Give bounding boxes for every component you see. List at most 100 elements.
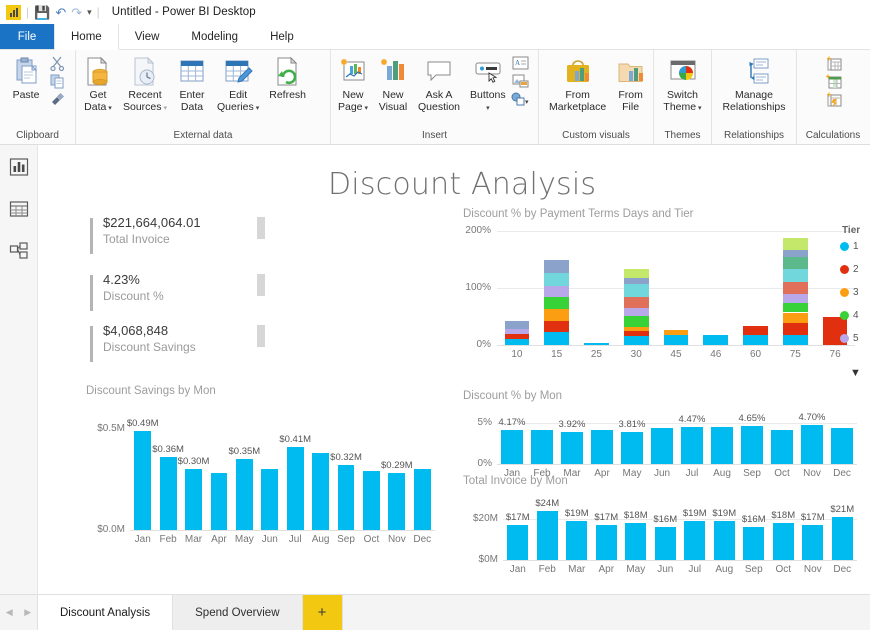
- kpi-scrollbar-thumb[interactable]: [257, 217, 265, 239]
- legend-item[interactable]: 2: [840, 264, 859, 275]
- stacked-segment[interactable]: [783, 335, 808, 345]
- tab-help[interactable]: Help: [254, 24, 310, 49]
- bar-column[interactable]: [160, 457, 177, 530]
- bar-column[interactable]: [832, 517, 853, 560]
- bar-column[interactable]: [741, 426, 763, 464]
- paste-button[interactable]: Paste: [5, 53, 47, 104]
- bar-column[interactable]: [566, 521, 587, 560]
- bar-column[interactable]: [773, 523, 794, 560]
- bar-column[interactable]: [681, 427, 703, 464]
- new-visual-button[interactable]: New Visual: [373, 53, 413, 115]
- undo-icon[interactable]: ↶: [55, 6, 66, 19]
- bar-column[interactable]: [338, 465, 355, 530]
- stacked-segment[interactable]: [505, 339, 530, 345]
- new-column-icon[interactable]: [823, 73, 843, 90]
- stacked-segment[interactable]: [783, 303, 808, 312]
- stacked-segment[interactable]: [544, 321, 569, 332]
- chevron-down-icon[interactable]: ▾: [696, 105, 701, 112]
- stacked-segment[interactable]: [544, 260, 569, 273]
- bar-column[interactable]: [507, 525, 528, 560]
- kpi-card-total-invoice[interactable]: $221,664,064.01 Total Invoice: [90, 215, 270, 259]
- stacked-segment[interactable]: [544, 273, 569, 286]
- chart-discount-pct-by-mon[interactable]: 0%5%4.17%JanFeb3.92%MarApr3.81%MayJun4.4…: [463, 407, 863, 482]
- chevron-down-icon[interactable]: ▾: [363, 105, 368, 112]
- sidebar-item-report[interactable]: [6, 154, 32, 180]
- bar-column[interactable]: [743, 527, 764, 560]
- copy-icon[interactable]: [47, 73, 67, 90]
- tab-home[interactable]: Home: [54, 24, 119, 50]
- stacked-segment[interactable]: [783, 294, 808, 303]
- bar-column[interactable]: [531, 430, 553, 464]
- stacked-segment[interactable]: [743, 326, 768, 335]
- stacked-segment[interactable]: [783, 257, 808, 268]
- from-marketplace-button[interactable]: From Marketplace: [545, 53, 610, 115]
- add-page-button[interactable]: +: [303, 595, 343, 630]
- chart-discount-pct-by-payment-terms-and-tier[interactable]: 0%100%200%101525304546607576: [463, 225, 863, 363]
- from-file-button[interactable]: From File: [610, 53, 651, 115]
- bar-column[interactable]: [596, 525, 617, 560]
- kpi-card-discount-pct[interactable]: 4.23% Discount %: [90, 272, 270, 316]
- kpi-scrollbar-thumb[interactable]: [257, 325, 265, 347]
- kpi-scrollbar-thumb[interactable]: [257, 274, 265, 296]
- get-data-button[interactable]: Get Data ▾: [78, 53, 118, 116]
- sidebar-item-model[interactable]: [6, 238, 32, 264]
- stacked-segment[interactable]: [584, 343, 609, 345]
- chart-discount-savings-by-mon[interactable]: $0.0M$0.5M$0.49MJan$0.36MFeb$0.30MMarApr…: [86, 403, 441, 548]
- stacked-segment[interactable]: [505, 334, 530, 339]
- format-painter-icon[interactable]: [47, 91, 67, 108]
- shapes-icon[interactable]: ▾: [511, 90, 531, 107]
- bar-column[interactable]: [625, 523, 646, 560]
- bar-column[interactable]: [414, 469, 431, 530]
- tab-file[interactable]: File: [0, 24, 54, 49]
- buttons-button[interactable]: Buttons▾: [465, 53, 511, 116]
- chart-total-invoice-by-mon[interactable]: $0M$20M$17MJan$24MFeb$19MMar$17MApr$18MM…: [463, 493, 863, 578]
- stacked-segment[interactable]: [624, 278, 649, 284]
- stacked-segment[interactable]: [624, 308, 649, 316]
- bar-column[interactable]: [714, 521, 735, 560]
- bar-column[interactable]: [363, 471, 380, 530]
- bar-column[interactable]: [655, 527, 676, 560]
- page-tab-discount-analysis[interactable]: Discount Analysis: [38, 595, 173, 630]
- bar-column[interactable]: [134, 431, 151, 530]
- stacked-segment[interactable]: [783, 323, 808, 335]
- previous-page-icon[interactable]: ◀: [6, 607, 13, 618]
- stacked-segment[interactable]: [783, 238, 808, 250]
- new-measure-icon[interactable]: [823, 55, 843, 72]
- bar-column[interactable]: [561, 432, 583, 464]
- bar-column[interactable]: [651, 428, 673, 464]
- bar-column[interactable]: [684, 521, 705, 560]
- legend-item[interactable]: 5: [840, 333, 859, 344]
- bar-column[interactable]: [185, 469, 202, 530]
- edit-queries-button[interactable]: Edit Queries ▾: [212, 53, 264, 116]
- bar-column[interactable]: [388, 473, 405, 530]
- bar-column[interactable]: [501, 430, 523, 464]
- chevron-down-icon[interactable]: ▾: [162, 105, 167, 112]
- new-page-button[interactable]: New Page ▾: [333, 53, 373, 116]
- stacked-segment[interactable]: [624, 316, 649, 327]
- chevron-down-icon[interactable]: ▾: [254, 105, 259, 112]
- stacked-segment[interactable]: [624, 336, 649, 345]
- bar-column[interactable]: [287, 447, 304, 530]
- chevron-down-icon[interactable]: ▼: [850, 367, 861, 379]
- bar-column[interactable]: [771, 430, 793, 464]
- stacked-segment[interactable]: [544, 332, 569, 345]
- bar-column[interactable]: [591, 430, 613, 464]
- stacked-segment[interactable]: [664, 330, 689, 335]
- bar-column[interactable]: [621, 432, 643, 464]
- tab-modeling[interactable]: Modeling: [175, 24, 254, 49]
- bar-column[interactable]: [801, 425, 823, 464]
- stacked-segment[interactable]: [624, 269, 649, 279]
- stacked-segment[interactable]: [624, 284, 649, 297]
- chevron-down-icon[interactable]: ▾: [486, 105, 490, 112]
- next-page-icon[interactable]: ▶: [24, 607, 31, 618]
- stacked-segment[interactable]: [783, 313, 808, 324]
- customize-quick-access-icon[interactable]: ▾: [87, 8, 92, 17]
- stacked-segment[interactable]: [544, 286, 569, 297]
- text-box-icon[interactable]: A: [511, 54, 531, 71]
- kpi-card-discount-savings[interactable]: $4,068,848 Discount Savings: [90, 323, 270, 367]
- stacked-segment[interactable]: [505, 329, 530, 334]
- refresh-button[interactable]: Refresh: [264, 53, 311, 104]
- stacked-segment[interactable]: [624, 327, 649, 332]
- stacked-segment[interactable]: [544, 309, 569, 322]
- bar-column[interactable]: [312, 453, 329, 530]
